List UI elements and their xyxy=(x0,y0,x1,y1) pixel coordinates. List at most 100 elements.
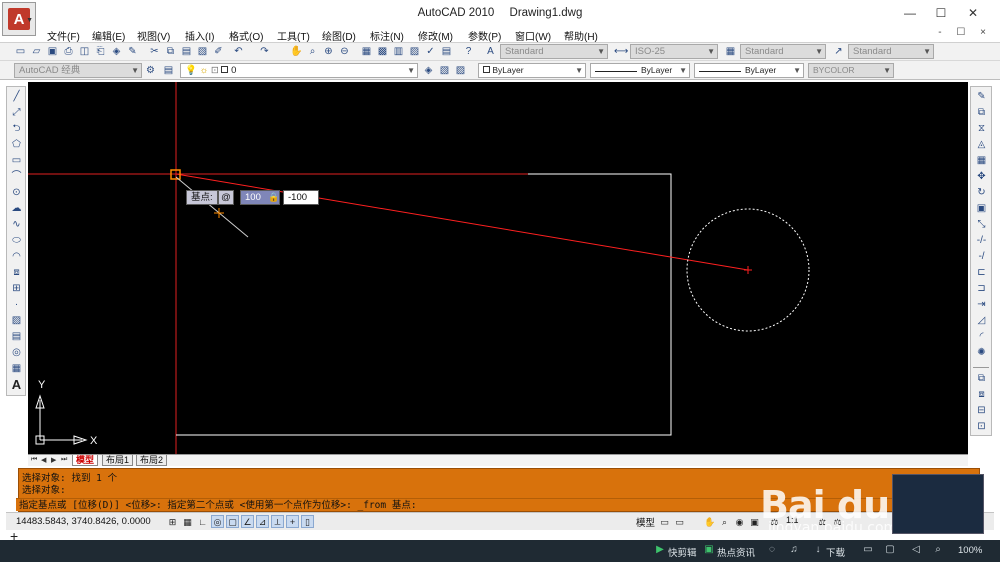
snap-mode-icon[interactable]: ⊞ xyxy=(166,515,179,528)
send-to-back-icon[interactable]: ⊡ xyxy=(975,420,988,433)
cut-icon[interactable]: ✂ xyxy=(148,45,161,58)
dim-style-select[interactable]: ISO-25 ▼ xyxy=(630,44,718,59)
revision-cloud-icon[interactable]: ☁ xyxy=(10,202,23,215)
command-line-input[interactable]: 指定基点或 [位移(D)] <位移>: 指定第二个点或 <使用第一个点作为位移>… xyxy=(16,498,980,511)
3d-dwf-icon[interactable]: ◈ xyxy=(110,45,123,58)
table-style-select[interactable]: Standard ▼ xyxy=(740,44,826,59)
taskbar-item[interactable]: 热点资讯 xyxy=(717,545,755,559)
undo-icon[interactable]: ↶ xyxy=(232,45,245,58)
menu-insert[interactable]: 插入(I) xyxy=(185,28,214,43)
model-space-label[interactable]: 模型 xyxy=(636,515,655,529)
match-properties-icon[interactable]: ▧ xyxy=(196,45,209,58)
stretch-icon[interactable]: ⤡ xyxy=(975,218,988,231)
menu-view[interactable]: 视图(V) xyxy=(137,28,170,43)
lineweight-toggle-icon[interactable]: + xyxy=(286,515,299,528)
volume-icon[interactable]: ◁ xyxy=(910,544,922,556)
menu-edit[interactable]: 编辑(E) xyxy=(92,28,125,43)
text-style-select[interactable]: Standard ▼ xyxy=(500,44,608,59)
make-block-icon[interactable]: ⊞ xyxy=(10,282,23,295)
plot-icon[interactable]: ⎙ xyxy=(62,45,75,58)
insert-block-icon[interactable]: ⧈ xyxy=(10,266,23,279)
ellipse-icon[interactable]: ⬭ xyxy=(10,234,23,247)
rectangle-icon[interactable]: ▭ xyxy=(10,154,23,167)
new-file-icon[interactable]: ▭ xyxy=(14,45,27,58)
annotation-scale-select[interactable]: 1:1 xyxy=(786,515,799,525)
redo-icon[interactable]: ↷ xyxy=(258,45,271,58)
layer-previous-icon[interactable]: ▧ xyxy=(438,64,451,77)
tab-prev-icon[interactable]: ◀ xyxy=(41,456,48,464)
zoom-previous-icon[interactable]: ⊖ xyxy=(338,45,351,58)
browser-icon[interactable]: ◌ xyxy=(766,544,778,556)
tab-model[interactable]: 模型 xyxy=(72,455,99,466)
erase-icon[interactable]: ✎ xyxy=(975,90,988,103)
quick-properties-icon[interactable]: ▯ xyxy=(301,515,314,528)
zoom-realtime-icon[interactable]: ⌕ xyxy=(306,45,319,58)
pan-icon[interactable]: ✋ xyxy=(290,45,303,58)
document-window-controls[interactable]: - ☐ × xyxy=(938,27,992,38)
menu-parametric[interactable]: 参数(P) xyxy=(468,28,501,43)
menu-tools[interactable]: 工具(T) xyxy=(277,28,310,43)
object-snap-tracking-icon[interactable]: ∠ xyxy=(241,515,254,528)
menu-modify[interactable]: 修改(M) xyxy=(418,28,453,43)
workspace-settings-icon[interactable]: ⚙ xyxy=(144,64,157,77)
layer-states-icon[interactable]: ▨ xyxy=(454,64,467,77)
fillet-icon[interactable]: ◜ xyxy=(975,330,988,343)
minimize-button[interactable]: — xyxy=(895,4,925,22)
monitor-icon[interactable]: ▭ xyxy=(862,544,874,556)
scale-icon[interactable]: ▣ xyxy=(975,202,988,215)
polar-tracking-icon[interactable]: ◎ xyxy=(211,515,224,528)
array-icon[interactable]: ▦ xyxy=(975,154,988,167)
arc-icon[interactable]: ⌒ xyxy=(10,170,23,183)
menu-dimension[interactable]: 标注(N) xyxy=(370,28,404,43)
make-current-layer-icon[interactable]: ◈ xyxy=(422,64,435,77)
line-icon[interactable]: ╱ xyxy=(10,90,23,103)
rectangle-geometry[interactable] xyxy=(176,173,672,436)
layer-select[interactable]: 💡 ☼ ⊡ 0 ▼ xyxy=(180,63,418,78)
maximize-button[interactable]: ☐ xyxy=(926,4,956,22)
offset-icon[interactable]: ◬ xyxy=(975,138,988,151)
design-feed-icon[interactable]: ✎ xyxy=(126,45,139,58)
ellipse-arc-icon[interactable]: ◠ xyxy=(10,250,23,263)
join-icon[interactable]: ⇥ xyxy=(975,298,988,311)
extend-icon[interactable]: -/ xyxy=(975,250,988,263)
menu-file[interactable]: 文件(F) xyxy=(47,28,80,43)
send-under-icon[interactable]: ⊟ xyxy=(975,404,988,417)
search-icon[interactable]: ⌕ xyxy=(932,544,944,556)
trim-icon[interactable]: -/- xyxy=(975,234,988,247)
spline-icon[interactable]: ∿ xyxy=(10,218,23,231)
polyline-icon[interactable]: ⮌ xyxy=(10,122,23,135)
copy-icon[interactable]: ⧉ xyxy=(164,45,177,58)
mirror-icon[interactable]: ⧖ xyxy=(975,122,988,135)
dynamic-ucs-icon[interactable]: ⊿ xyxy=(256,515,269,528)
object-snap-icon[interactable]: ▢ xyxy=(226,515,239,528)
move-icon[interactable]: ✥ xyxy=(975,170,988,183)
auto-scale-icon[interactable]: ⚖ xyxy=(831,515,844,528)
taskbar-item[interactable]: 快剪辑 xyxy=(668,545,697,559)
markup-icon[interactable]: ✓ xyxy=(424,45,437,58)
color-select[interactable]: ByLayer ▼ xyxy=(478,63,586,78)
paste-icon[interactable]: ▤ xyxy=(180,45,193,58)
point-icon[interactable]: · xyxy=(10,298,23,311)
publish-icon[interactable]: ⎗ xyxy=(94,45,107,58)
taskbar-item[interactable]: 下载 xyxy=(826,545,845,559)
showmotion-icon[interactable]: ▣ xyxy=(748,515,761,528)
design-center-icon[interactable]: ▩ xyxy=(376,45,389,58)
multileader-style-select[interactable]: Standard ▼ xyxy=(848,44,934,59)
zoom-status-icon[interactable]: ⌕ xyxy=(718,515,731,528)
multiline-text-icon[interactable]: A xyxy=(10,378,23,391)
tab-first-icon[interactable]: ⏮ xyxy=(31,456,38,464)
workspace-select[interactable]: AutoCAD 经典 ▼ xyxy=(14,63,142,78)
rotate-icon[interactable]: ↻ xyxy=(975,186,988,199)
tab-next-icon[interactable]: ▶ xyxy=(51,456,58,464)
plotstyle-select[interactable]: BYCOLOR ▼ xyxy=(808,63,894,78)
ortho-mode-icon[interactable]: ∟ xyxy=(196,515,209,528)
bring-above-icon[interactable]: ⧈ xyxy=(975,388,988,401)
pan-status-icon[interactable]: ✋ xyxy=(703,515,716,528)
help-icon[interactable]: ? xyxy=(462,45,475,58)
chamfer-icon[interactable]: ◿ xyxy=(975,314,988,327)
menu-window[interactable]: 窗口(W) xyxy=(515,28,551,43)
draw-order-icon[interactable]: ⧉ xyxy=(975,372,988,385)
close-button[interactable]: ✕ xyxy=(958,4,988,22)
sheet-set-icon[interactable]: ▨ xyxy=(408,45,421,58)
quick-view-layouts-icon[interactable]: ▭ xyxy=(658,515,671,528)
